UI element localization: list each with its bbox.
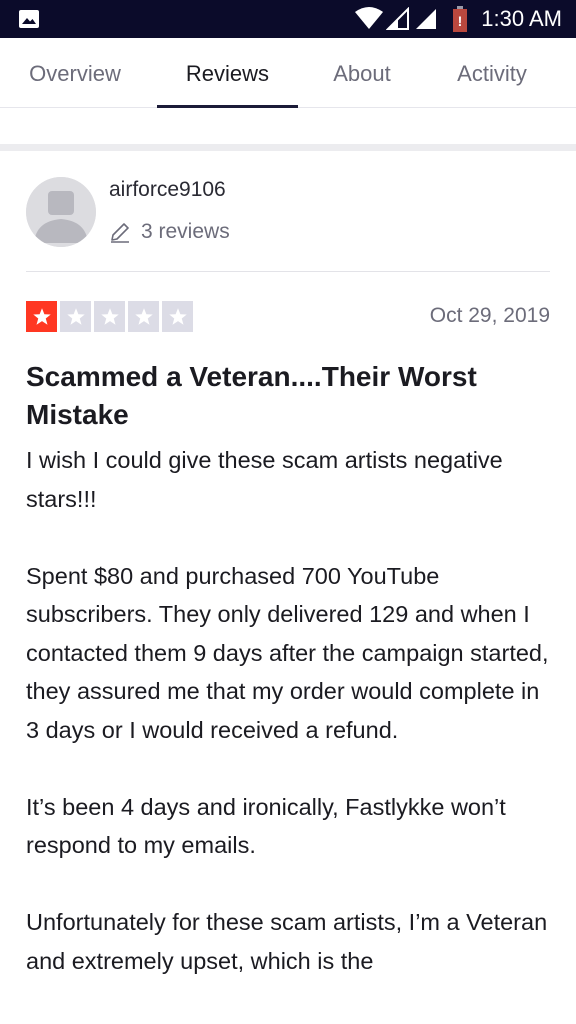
battery-alert-icon: ! xyxy=(453,6,467,32)
signal-icon xyxy=(416,9,436,29)
review-count-label: 3 reviews xyxy=(141,220,230,243)
battery-alert-mark: ! xyxy=(458,13,463,29)
clock: 1:30 AM xyxy=(481,6,562,31)
tab-reviews[interactable]: Reviews xyxy=(157,38,298,108)
review-paragraph: It’s been 4 days and ironically, Fastlyk… xyxy=(26,793,506,859)
reviewer-name[interactable]: airforce9106 xyxy=(109,178,226,202)
divider xyxy=(26,271,550,272)
avatar[interactable] xyxy=(26,177,96,247)
gallery-icon xyxy=(19,10,39,28)
tab-bar: Overview Reviews About Activity xyxy=(0,38,576,108)
star-icon xyxy=(60,301,91,332)
star-icon xyxy=(162,301,193,332)
star-icon xyxy=(26,301,57,332)
wifi-icon xyxy=(355,7,383,29)
review-date: Oct 29, 2019 xyxy=(429,304,550,327)
user-placeholder-icon xyxy=(26,177,96,247)
review-paragraph: Unfortunately for these scam artists, I’… xyxy=(26,909,548,974)
tab-about[interactable]: About xyxy=(310,38,414,108)
review-paragraph: Spent $80 and purchased 700 YouTube subs… xyxy=(26,562,549,743)
section-separator xyxy=(0,144,576,151)
review-body: I wish I could give these scam artists n… xyxy=(26,441,556,1019)
star-rating xyxy=(26,301,193,332)
reviewer-review-count[interactable]: 3 reviews xyxy=(109,218,230,246)
star-icon xyxy=(128,301,159,332)
status-bar: ! 1:30 AM xyxy=(0,0,576,38)
tab-overview[interactable]: Overview xyxy=(0,38,150,108)
signal-icon xyxy=(386,7,409,30)
review-paragraph: I wish I could give these scam artists n… xyxy=(26,447,503,512)
star-icon xyxy=(94,301,125,332)
review-title[interactable]: Scammed a Veteran....Their Worst Mistake xyxy=(26,358,556,434)
pencil-icon xyxy=(111,223,129,243)
tab-activity[interactable]: Activity xyxy=(432,38,552,108)
